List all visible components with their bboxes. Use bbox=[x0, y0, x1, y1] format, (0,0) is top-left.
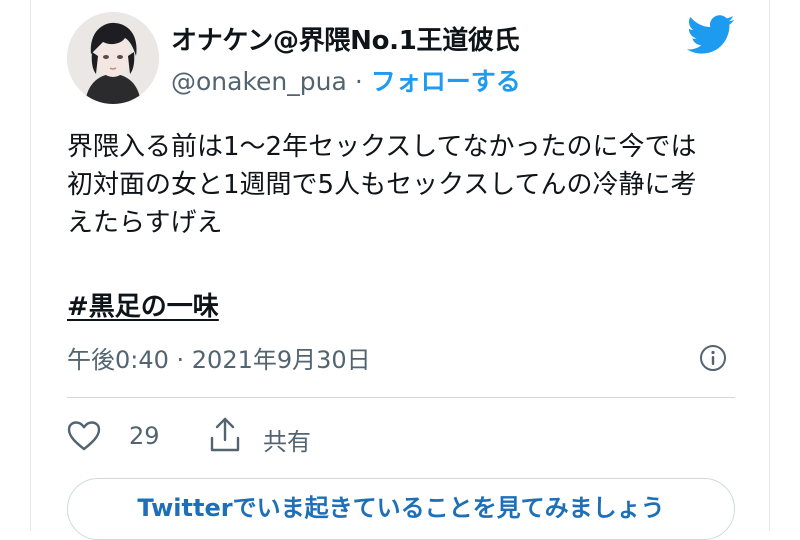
avatar-illustration bbox=[67, 12, 159, 104]
hashtag-link[interactable]: #黒足の一味 bbox=[67, 286, 219, 323]
divider bbox=[67, 397, 735, 398]
info-icon[interactable] bbox=[699, 344, 727, 372]
tweet-text-line: えたらすげえ bbox=[67, 208, 223, 238]
follow-button[interactable]: フォローする bbox=[371, 67, 521, 96]
tweet-timestamp[interactable]: 午後0:40 · 2021年9月30日 bbox=[67, 340, 371, 375]
tweet-text: 界隈入る前は1〜2年セックスしてなかったのに今では 初対面の女と1週間で5人もセ… bbox=[67, 128, 757, 242]
handle-row: @onaken_pua · フォローする bbox=[171, 62, 521, 98]
like-count[interactable]: 29 bbox=[129, 422, 160, 450]
user-handle[interactable]: @onaken_pua bbox=[171, 67, 347, 96]
share-label[interactable]: 共有 bbox=[263, 422, 311, 457]
tweet-card: オナケン@界隈No.1王道彼氏 @onaken_pua · フォローする 界隈入る前… bbox=[30, 0, 770, 540]
display-name[interactable]: オナケン@界隈No.1王道彼氏 bbox=[171, 20, 520, 57]
heart-icon[interactable] bbox=[67, 420, 101, 452]
share-icon[interactable] bbox=[207, 416, 243, 454]
avatar[interactable] bbox=[67, 12, 159, 104]
separator-dot: · bbox=[354, 67, 363, 96]
tweet-text-line: 初対面の女と1週間で5人もセックスしてんの冷静に考 bbox=[67, 170, 697, 200]
tweet-text-line: 界隈入る前は1〜2年セックスしてなかったのに今では bbox=[67, 132, 697, 162]
twitter-bird-icon[interactable] bbox=[687, 14, 735, 56]
